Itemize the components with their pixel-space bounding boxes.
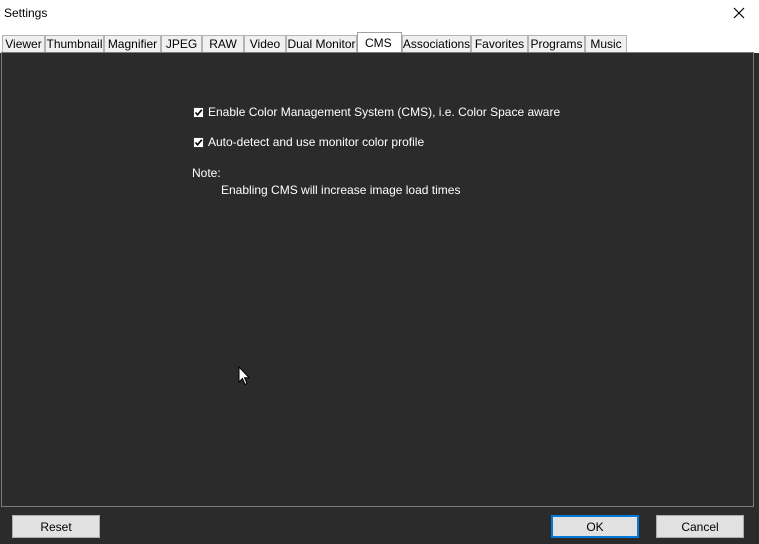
tab-dual-monitor[interactable]: Dual Monitor bbox=[286, 35, 357, 52]
title-bar: Settings bbox=[0, 0, 759, 26]
tab-favorites[interactable]: Favorites bbox=[471, 35, 528, 52]
tab-viewer[interactable]: Viewer bbox=[2, 35, 45, 52]
close-icon bbox=[733, 7, 745, 19]
note-label: Note: bbox=[192, 166, 221, 180]
tab-strip: Viewer Thumbnail Magnifier JPEG RAW Vide… bbox=[0, 26, 759, 53]
tab-magnifier[interactable]: Magnifier bbox=[104, 35, 161, 52]
tab-thumbnail[interactable]: Thumbnail bbox=[45, 35, 104, 52]
ok-button[interactable]: OK bbox=[551, 515, 639, 538]
mouse-cursor-icon bbox=[238, 366, 250, 386]
close-button[interactable] bbox=[719, 0, 759, 26]
note-text: Enabling CMS will increase image load ti… bbox=[221, 183, 461, 197]
enable-cms-label: Enable Color Management System (CMS), i.… bbox=[208, 105, 561, 119]
tab-jpeg[interactable]: JPEG bbox=[161, 35, 202, 52]
tab-cms[interactable]: CMS bbox=[357, 32, 402, 53]
auto-detect-label: Auto-detect and use monitor color profil… bbox=[208, 135, 425, 149]
checkmark-icon bbox=[194, 108, 203, 116]
reset-button[interactable]: Reset bbox=[12, 515, 100, 538]
enable-cms-option[interactable]: Enable Color Management System (CMS), i.… bbox=[193, 105, 560, 119]
cancel-button[interactable]: Cancel bbox=[656, 515, 744, 538]
cms-panel bbox=[1, 52, 754, 507]
window-title: Settings bbox=[4, 6, 48, 20]
checkmark-icon bbox=[194, 138, 203, 146]
tab-raw[interactable]: RAW bbox=[202, 35, 244, 52]
tab-programs[interactable]: Programs bbox=[528, 35, 585, 52]
tab-associations[interactable]: Associations bbox=[402, 35, 471, 52]
tab-video[interactable]: Video bbox=[244, 35, 286, 52]
auto-detect-option[interactable]: Auto-detect and use monitor color profil… bbox=[193, 135, 424, 149]
tab-music[interactable]: Music bbox=[585, 35, 627, 52]
auto-detect-checkbox[interactable] bbox=[193, 136, 204, 148]
enable-cms-checkbox[interactable] bbox=[193, 106, 204, 118]
